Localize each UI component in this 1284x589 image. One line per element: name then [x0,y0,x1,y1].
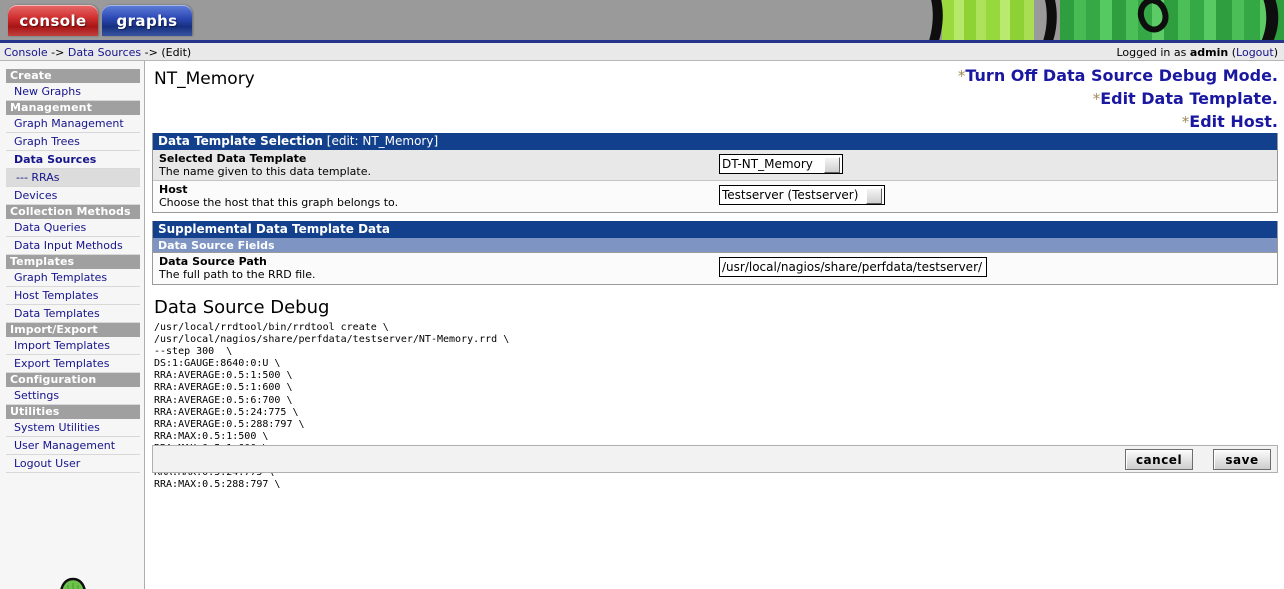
selected-data-template-control: DT-NT_Memory [719,154,843,174]
host-control: Testserver (Testserver) [719,185,885,205]
selected-data-template-select-wrap: DT-NT_Memory [719,154,843,174]
header-link-row-debug: *Turn Off Data Source Debug Mode. [958,65,1278,88]
tab-console-label: console [19,12,87,30]
selected-data-template-select[interactable]: DT-NT_Memory [719,154,843,174]
sidebar-item-graph-management[interactable]: Graph Management [6,115,140,133]
tab-graphs[interactable]: graphs [102,5,192,36]
sidebar-section-header: Import/Export [6,323,140,337]
data-template-selection-title: Data Template Selection [edit: NT_Memory… [153,133,1277,150]
logout-open-paren: ( [1228,46,1237,59]
sidebar-item-host-templates[interactable]: Host Templates [6,287,140,305]
cancel-button[interactable]: cancel [1125,449,1193,470]
data-source-path-control [719,257,987,277]
sidebar-section-header: Create [6,69,140,83]
breadcrumb-separator-1: -> [47,46,68,59]
sidebar-item-data-templates[interactable]: Data Templates [6,305,140,323]
data-template-selection-box: Data Template Selection [edit: NT_Memory… [152,133,1278,213]
edit-host-link[interactable]: Edit Host. [1189,112,1278,131]
sidebar-item-settings[interactable]: Settings [6,387,140,405]
supplemental-data-box: Supplemental Data Template Data Data Sou… [152,221,1278,285]
sidebar-item-user-management[interactable]: User Management [6,437,140,455]
field-row-data-source-path: Data Source Path The full path to the RR… [153,253,1277,284]
breadcrumb-current: (Edit) [161,46,192,59]
page-body: Create New Graphs Management Graph Manageme… [0,61,1284,589]
toggle-debug-mode-link[interactable]: Turn Off Data Source Debug Mode. [965,66,1278,85]
sidebar-item-logout-user[interactable]: Logout User [6,455,140,473]
page-header: NT_Memory *Turn Off Data Source Debug Mo… [146,61,1284,133]
host-desc: Choose the host that this graph belongs … [159,196,399,209]
main-content: NT_Memory *Turn Off Data Source Debug Mo… [146,61,1284,589]
sidebar-section-header: Templates [6,255,140,269]
sidebar-nav: Create New Graphs Management Graph Manageme… [0,69,144,473]
selected-data-template-label: Selected Data Template [159,152,307,165]
sidebar: Create New Graphs Management Graph Manageme… [0,61,145,589]
save-button[interactable]: save [1213,449,1271,470]
logged-in-user: admin [1189,46,1229,59]
cactus-banner-art [894,0,1284,40]
data-source-path-label: Data Source Path [159,255,267,268]
header-link-row-edit-host: *Edit Host. [958,111,1278,134]
field-row-host: Host Choose the host that this graph bel… [153,181,1277,212]
data-source-path-input[interactable] [719,257,987,277]
banner-graphic [894,0,1284,40]
sidebar-item-data-sources[interactable]: Data Sources [6,151,140,169]
breadcrumb-bar: Console -> Data Sources -> (Edit) Logged… [0,43,1284,61]
selected-data-template-desc: The name given to this data template. [159,165,371,178]
form-action-bar: cancel save [152,445,1278,473]
session-info: Logged in as admin (Logout) [1116,46,1278,59]
data-source-path-desc: The full path to the RRD file. [159,268,316,281]
sidebar-item-rras[interactable]: --- RRAs [6,169,140,187]
logout-close-paren: ) [1273,46,1278,59]
field-row-selected-data-template: Selected Data Template The name given to… [153,150,1277,181]
box-title-edit-context: [edit: NT_Memory] [322,134,439,148]
sidebar-section-header: Utilities [6,405,140,419]
breadcrumb-link-data-sources[interactable]: Data Sources [68,46,141,59]
sidebar-item-import-templates[interactable]: Import Templates [6,337,140,355]
host-select[interactable]: Testserver (Testserver) [719,185,885,205]
breadcrumb: Console -> Data Sources -> (Edit) [4,46,191,59]
sidebar-item-data-input-methods[interactable]: Data Input Methods [6,237,140,255]
sidebar-item-graph-templates[interactable]: Graph Templates [6,269,140,287]
data-source-debug-heading: Data Source Debug [154,297,330,318]
sidebar-item-devices[interactable]: Devices [6,187,140,205]
breadcrumb-link-console[interactable]: Console [4,46,48,59]
sidebar-section-header: Collection Methods [6,205,140,219]
tab-console[interactable]: console [8,5,98,36]
data-source-fields-subtitle: Data Source Fields [153,238,1277,253]
tab-graphs-label: graphs [116,12,178,30]
edit-data-template-link[interactable]: Edit Data Template. [1100,89,1278,108]
logout-link[interactable]: Logout [1236,46,1274,59]
sidebar-item-system-utilities[interactable]: System Utilities [6,419,140,437]
host-select-wrap: Testserver (Testserver) [719,185,885,205]
sidebar-item-graph-trees[interactable]: Graph Trees [6,133,140,151]
header-link-row-edit-template: *Edit Data Template. [958,88,1278,111]
supplemental-data-title: Supplemental Data Template Data [153,221,1277,238]
sidebar-item-export-templates[interactable]: Export Templates [6,355,140,373]
box-title-text: Data Template Selection [158,134,323,148]
main-tabs[interactable]: console graphs [8,5,192,36]
cactus-logo-icon [60,577,86,589]
logged-in-prefix: Logged in as [1116,46,1190,59]
breadcrumb-separator-2: -> [141,46,162,59]
sidebar-section-header: Configuration [6,373,140,387]
host-label: Host [159,183,188,196]
sidebar-item-new-graphs[interactable]: New Graphs [6,83,140,101]
page-header-links: *Turn Off Data Source Debug Mode. *Edit … [958,65,1278,134]
sidebar-item-data-queries[interactable]: Data Queries [6,219,140,237]
page-title: NT_Memory [154,69,255,89]
sidebar-section-header: Management [6,101,140,115]
top-banner: console graphs [0,0,1284,40]
